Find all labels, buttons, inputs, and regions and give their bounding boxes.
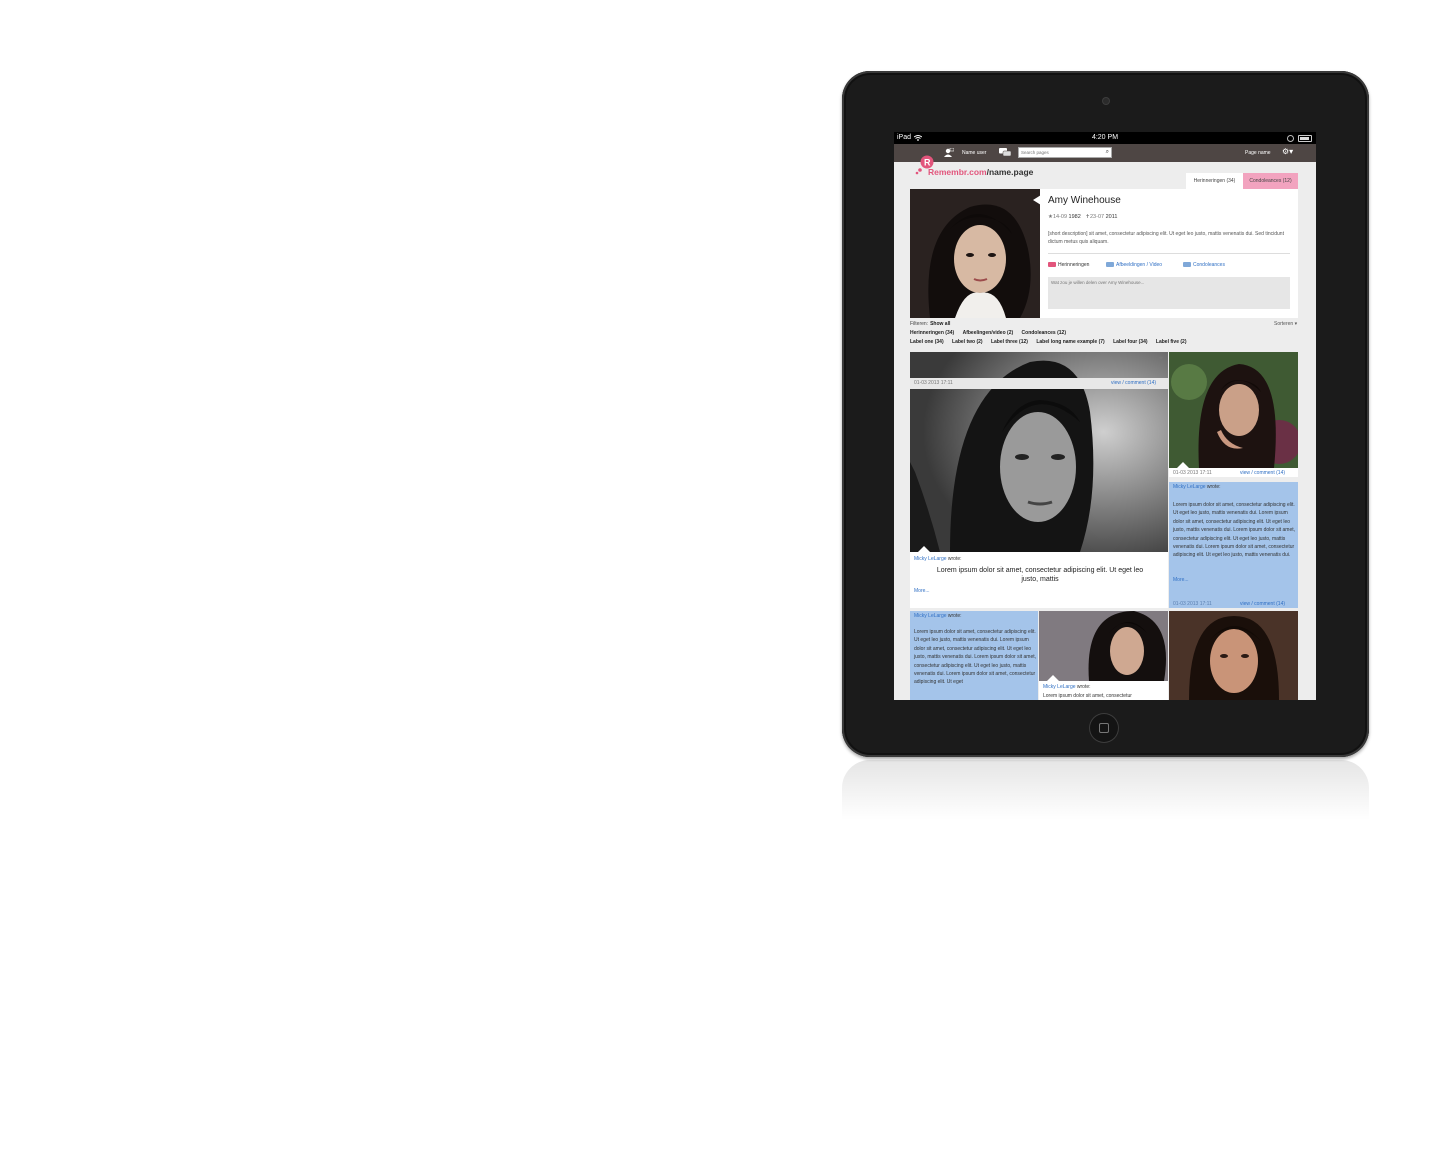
author-link[interactable]: Micky LeLarge xyxy=(914,613,947,619)
post-photo-tile[interactable]: Micky LeLarge wrote: Lorem ipsum dolor s… xyxy=(1039,611,1168,700)
search-input[interactable] xyxy=(1019,148,1099,156)
filter-type[interactable]: Herinneringen (34) xyxy=(910,330,954,336)
user-icon[interactable] xyxy=(944,148,954,157)
star-icon[interactable]: ★ xyxy=(1158,354,1164,362)
page-name-menu[interactable]: Page name xyxy=(1245,150,1271,156)
post-date: 01-03 2013 17:11 xyxy=(1173,470,1212,476)
status-time: 4:20 PM xyxy=(1091,134,1119,141)
post-caption: Lorem ipsum dolor sit amet, consectetur … xyxy=(936,567,1144,583)
post-photo-tile[interactable] xyxy=(1169,611,1298,700)
top-navigation-bar: Name user ⌕ Page name ⚙▾ xyxy=(894,144,1316,162)
search-icon[interactable]: ⌕ xyxy=(1106,149,1109,156)
post-text-blue[interactable]: Micky LeLarge wrote: Lorem ipsum dolor s… xyxy=(910,611,1038,700)
action-label: Herinneringen xyxy=(1058,262,1090,268)
memory-icon xyxy=(1048,262,1056,268)
svg-text:R: R xyxy=(924,158,931,168)
action-afbeeldingen[interactable]: Afbeeldingen / Video xyxy=(1106,262,1162,268)
rotation-lock-icon xyxy=(1287,135,1294,142)
post-author-line: Micky LeLarge wrote: xyxy=(914,613,962,619)
device-reflection xyxy=(842,760,1369,820)
status-bar: iPad 4:20 PM xyxy=(894,132,1316,144)
wrote-label: wrote: xyxy=(1206,484,1221,490)
profile-description: [short description] sit amet, consectetu… xyxy=(1048,231,1284,245)
post-large[interactable]: ★ Micky LeLarge wrote: Lorem ipsum dolor… xyxy=(910,352,1168,608)
death-date-prefix: 23-07 xyxy=(1090,214,1105,220)
death-year: 2011 xyxy=(1105,214,1118,220)
filter-type[interactable]: Afbeelingen/video (2) xyxy=(963,330,1014,336)
view-comment-link[interactable]: view / comment (14) xyxy=(1111,380,1156,386)
tab-herinneringen[interactable]: Herinneringen (34) xyxy=(1186,173,1243,189)
brand-url[interactable]: Remembr.com/name.page xyxy=(928,167,1033,177)
wrote-label: wrote: xyxy=(947,613,962,619)
post-author-line: Micky LeLarge wrote: xyxy=(914,556,962,562)
camera xyxy=(1103,98,1109,104)
wrote-label: wrote: xyxy=(947,556,962,562)
profile-name: Amy Winehouse xyxy=(1048,195,1121,206)
filter-label-item[interactable]: Label three (12) xyxy=(991,339,1028,345)
post-text: Lorem ipsum dolor sit amet, consectetur … xyxy=(1173,502,1295,559)
speech-pointer xyxy=(1047,675,1059,681)
filter-label-item[interactable]: Label one (34) xyxy=(910,339,944,345)
author-link[interactable]: Micky LeLarge xyxy=(914,556,947,562)
post-text: Lorem ipsum dolor sit amet, consectetur … xyxy=(914,629,1036,686)
brand-page: /name.page xyxy=(986,167,1034,177)
condolence-icon xyxy=(1183,262,1191,268)
birth-date-prefix: 14-09 xyxy=(1052,214,1068,220)
image-icon xyxy=(1106,262,1114,268)
action-label: Afbeeldingen / Video xyxy=(1116,262,1163,268)
messages-icon[interactable] xyxy=(999,148,1011,157)
filter-row-main: Filteren: Show all xyxy=(910,321,950,327)
filter-type[interactable]: Condoleances (12) xyxy=(1022,330,1066,336)
post-photo-color[interactable] xyxy=(1039,611,1168,681)
profile-dates: ★14-09 1982 ✝23-07 2011 xyxy=(1048,214,1117,220)
filter-row-types: Herinneringen (34) Afbeelingen/video (2)… xyxy=(910,330,1073,336)
screen: iPad 4:20 PM Name user ⌕ xyxy=(894,132,1316,700)
share-box xyxy=(1048,277,1290,311)
battery-icon xyxy=(1298,135,1312,142)
filter-show-all[interactable]: Show all xyxy=(930,321,950,327)
profile-card: Amy Winehouse ★14-09 1982 ✝23-07 2011 [s… xyxy=(910,189,1298,318)
search-box[interactable]: ⌕ xyxy=(1018,147,1112,158)
post-text: Lorem ipsum dolor sit amet, consectetur xyxy=(1043,693,1132,699)
share-input[interactable] xyxy=(1048,277,1290,311)
post-date: 01-03 2013 17:11 xyxy=(914,380,953,386)
filter-label: Filteren: xyxy=(910,321,929,327)
action-condoleances[interactable]: Condoleances xyxy=(1183,262,1225,268)
filter-label-item[interactable]: Label long name example (7) xyxy=(1036,339,1104,345)
filter-label-item[interactable]: Label two (2) xyxy=(952,339,983,345)
post-author-line: Micky LeLarge wrote: xyxy=(1043,684,1091,690)
more-link[interactable]: More... xyxy=(1173,577,1189,583)
view-comment-link[interactable]: view / comment (14) xyxy=(1240,470,1285,476)
home-button[interactable] xyxy=(1089,713,1119,743)
speech-pointer xyxy=(1177,462,1189,468)
author-link[interactable]: Micky LeLarge xyxy=(1043,684,1076,690)
speech-pointer xyxy=(918,546,930,552)
post-date: 01-03 2013 17:11 xyxy=(1173,601,1212,607)
more-link[interactable]: More... xyxy=(914,588,930,594)
post-photo-color[interactable] xyxy=(1169,611,1298,700)
post-author-line: Micky LeLarge wrote: xyxy=(1173,484,1221,490)
ipad-frame: iPad 4:20 PM Name user ⌕ xyxy=(842,71,1369,757)
author-link[interactable]: Micky LeLarge xyxy=(1173,484,1206,490)
post-photo-tile[interactable]: 01-03 2013 17:11 view / comment (14) xyxy=(1169,352,1298,477)
gear-icon[interactable]: ⚙▾ xyxy=(1282,147,1293,156)
filter-label-item[interactable]: Label four (34) xyxy=(1113,339,1147,345)
tab-condoleances[interactable]: Condoleances (12) xyxy=(1243,173,1298,189)
sort-menu[interactable]: Sorteren ▾ xyxy=(1274,321,1297,327)
divider xyxy=(1048,253,1290,254)
birth-year: 1982 xyxy=(1068,214,1081,220)
user-name[interactable]: Name user xyxy=(962,150,986,156)
action-label: Condoleances xyxy=(1193,262,1225,268)
brand-site: Remembr.com xyxy=(928,167,987,177)
filter-label-item[interactable]: Label five (2) xyxy=(1156,339,1187,345)
wrote-label: wrote: xyxy=(1076,684,1091,690)
view-comment-link[interactable]: view / comment (14) xyxy=(1240,601,1285,607)
profile-photo[interactable] xyxy=(910,189,1040,318)
post-photo-color[interactable] xyxy=(1169,352,1298,468)
post-text-blue[interactable]: Micky LeLarge wrote: Lorem ipsum dolor s… xyxy=(1169,482,1298,608)
speech-pointer xyxy=(1033,195,1041,205)
action-herinneringen[interactable]: Herinneringen xyxy=(1048,262,1089,268)
filter-row-labels: Label one (34) Label two (2) Label three… xyxy=(910,339,1194,345)
